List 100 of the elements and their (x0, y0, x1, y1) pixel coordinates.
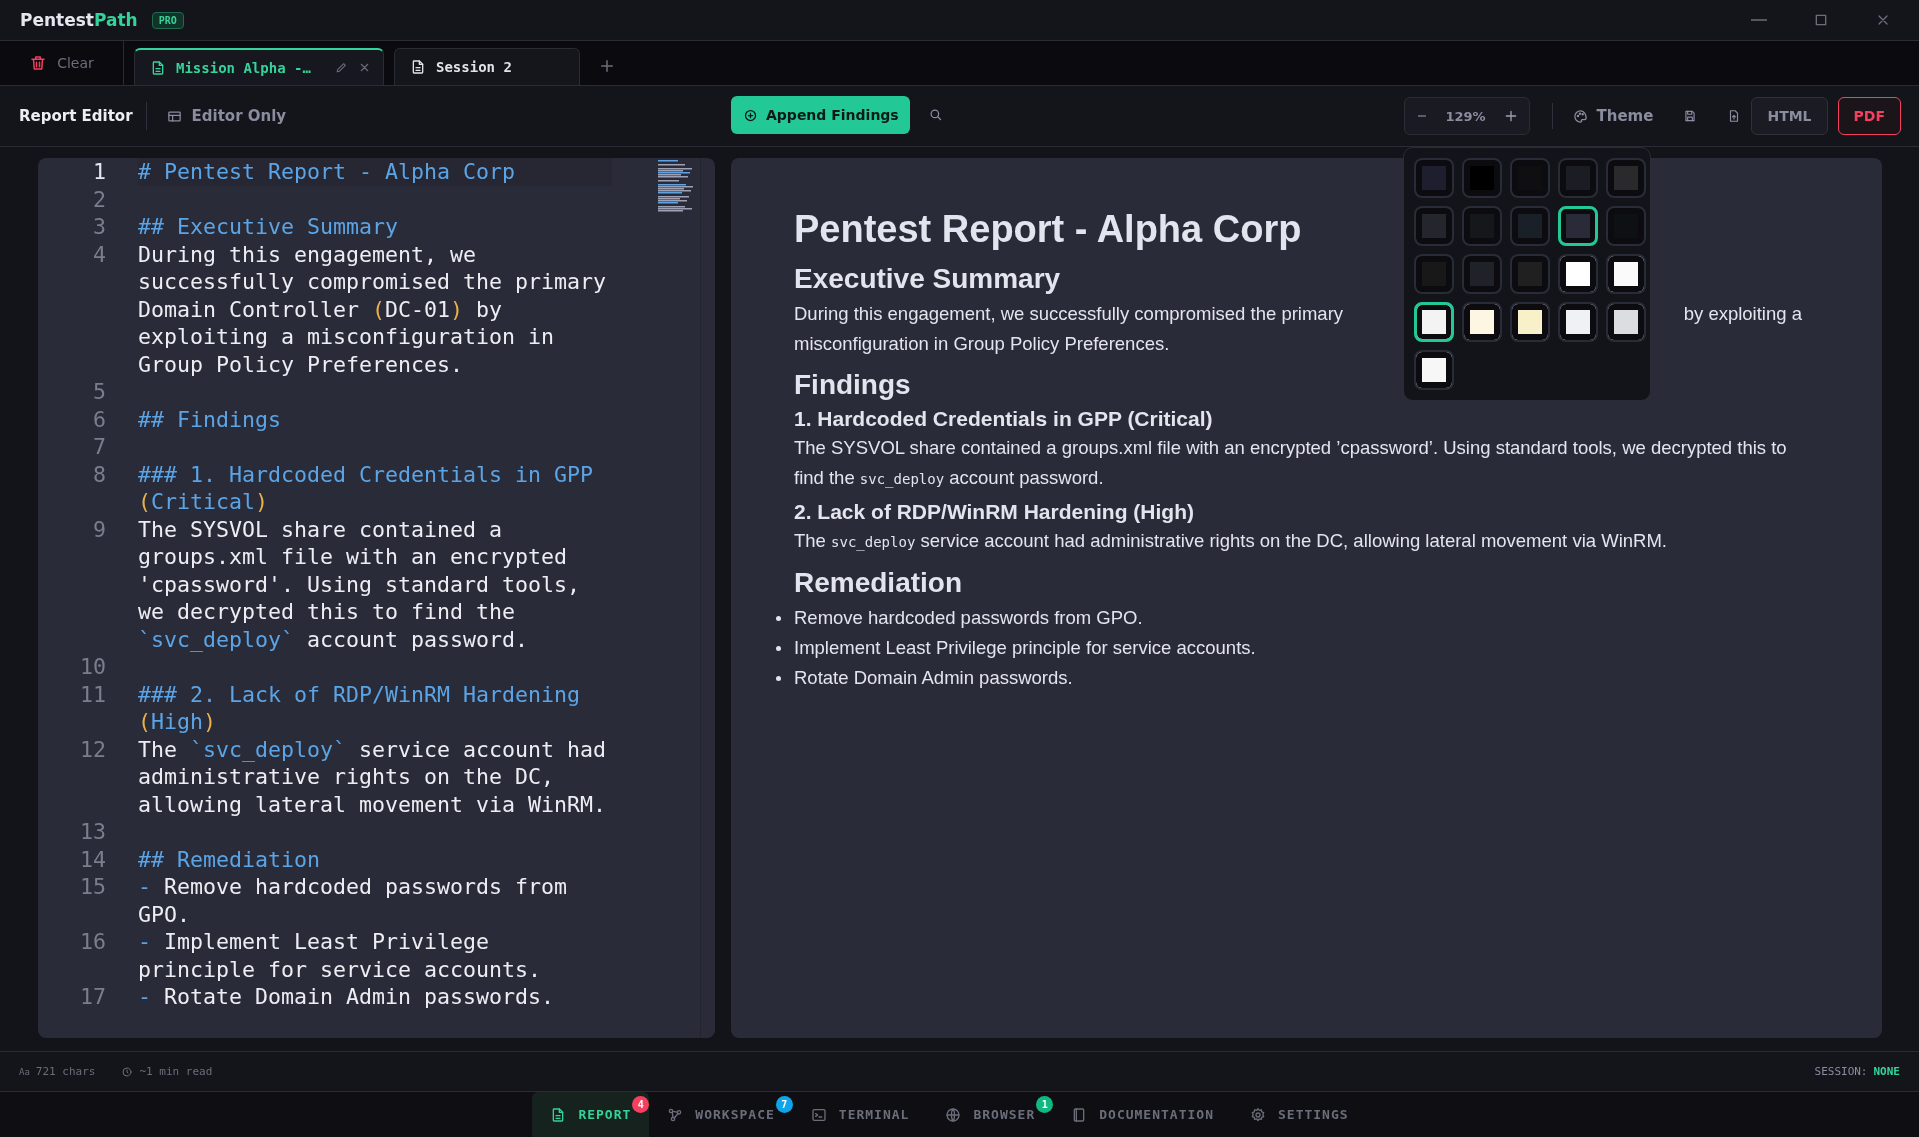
document-icon (150, 59, 166, 76)
line-number: 12 (79, 735, 107, 764)
theme-swatch[interactable] (1558, 302, 1598, 342)
theme-swatch[interactable] (1414, 158, 1454, 198)
nav-tab[interactable]: TERMINAL (792, 1092, 928, 1137)
code-line: - Remove hardcoded passwords from GPO. (138, 873, 569, 928)
code-line: ## Findings (138, 405, 282, 433)
nav-tab[interactable]: REPORT 4 (532, 1092, 650, 1137)
line-number: 7 (92, 433, 107, 461)
theme-swatch[interactable] (1462, 302, 1502, 342)
line-number: 8 (92, 460, 107, 489)
save-icon (1683, 109, 1698, 123)
list-item: Remove hardcoded passwords from GPO. (794, 606, 1143, 630)
line-number: 14 (79, 845, 107, 873)
section-heading: Findings (794, 369, 911, 401)
list-item: Rotate Domain Admin passwords. (794, 666, 1073, 690)
paragraph-fragment: misconfiguration in Group Policy Preferences. (794, 332, 1171, 356)
session-tab[interactable]: Mission Alpha -… (134, 48, 384, 85)
code-line: ### 1. Hardcoded Credentials in GPP (Critical) (138, 460, 595, 516)
theme-swatch[interactable] (1510, 254, 1550, 294)
layout-icon (166, 108, 182, 124)
code-line: ## Executive Summary (138, 213, 399, 241)
code-line: During this engagement, we successfully compromised the primary Domain Controller (DC-01) by exploiting a misconfiguration in Group Policy Preferences. (138, 240, 608, 378)
theme-swatch[interactable] (1606, 206, 1646, 246)
count-badge: 1 (1036, 1096, 1054, 1113)
theme-swatch[interactable] (1414, 254, 1454, 294)
append-findings-button[interactable]: Append Findings (731, 96, 910, 134)
globe-icon (945, 1106, 962, 1123)
plus-icon (598, 57, 616, 75)
finding-heading: 1. Hardcoded Credentials in GPP (Critical) (794, 407, 1213, 431)
theme-swatch[interactable] (1606, 158, 1646, 198)
paragraph-fragment: by exploiting a (1683, 302, 1802, 326)
section-heading: Executive Summary (794, 263, 1061, 295)
theme-swatch[interactable] (1558, 206, 1598, 246)
char-count: 721 chars (35, 1065, 96, 1078)
trash-icon (29, 54, 48, 72)
code-editor[interactable] (38, 158, 715, 1038)
theme-swatch[interactable] (1462, 158, 1502, 198)
bullet-icon (776, 675, 781, 681)
line-number: 16 (79, 928, 107, 956)
export-format-button[interactable]: PDF (1837, 97, 1901, 135)
code-line: - Rotate Domain Admin passwords. (138, 983, 556, 1011)
line-number: 5 (92, 378, 107, 406)
line-number: 1 (92, 158, 107, 186)
theme-swatch[interactable] (1510, 302, 1550, 342)
session-value: NONE (1873, 1065, 1900, 1078)
line-number: 10 (79, 653, 107, 681)
section-heading: Remediation (794, 567, 963, 599)
nav-tab[interactable]: DOCUMENTATION (1053, 1092, 1232, 1137)
line-number: 17 (79, 983, 107, 1011)
theme-swatch[interactable] (1462, 206, 1502, 246)
plus-circle-icon (743, 107, 758, 123)
search-icon (928, 107, 943, 122)
nav-tab[interactable]: SETTINGS (1232, 1092, 1367, 1137)
clock-icon (121, 1065, 134, 1078)
session-tab[interactable]: Session 2 (394, 48, 580, 85)
line-number: 6 (92, 405, 107, 433)
terminal-icon (810, 1106, 827, 1123)
list-item: Implement Least Privilege principle for service accounts. (794, 636, 1256, 660)
clear-button[interactable]: Clear (0, 41, 124, 85)
export-format-button[interactable]: HTML (1751, 97, 1828, 135)
theme-swatch[interactable] (1606, 254, 1646, 294)
finding-heading: 2. Lack of RDP/WinRM Hardening (High) (794, 500, 1194, 524)
editor-title: Report Editor (19, 102, 147, 130)
session-label: SESSION: (1814, 1065, 1868, 1078)
count-badge: 4 (632, 1096, 650, 1113)
theme-swatch[interactable] (1414, 206, 1454, 246)
theme-swatch[interactable] (1510, 158, 1550, 198)
line-number: 9 (92, 515, 107, 544)
maximize-icon (1813, 12, 1829, 28)
theme-button[interactable]: Theme (1572, 107, 1654, 125)
theme-swatch[interactable] (1510, 206, 1550, 246)
theme-swatch[interactable] (1558, 254, 1598, 294)
search-button[interactable] (928, 107, 943, 122)
theme-swatch[interactable] (1462, 254, 1502, 294)
bullet-icon (776, 645, 781, 651)
nav-tab[interactable]: WORKSPACE 7 (649, 1092, 793, 1137)
document-icon (410, 59, 426, 75)
theme-swatch[interactable] (1606, 302, 1646, 342)
view-toggle[interactable]: Editor Only (160, 106, 293, 126)
theme-swatch[interactable] (1414, 350, 1454, 390)
new-tab-button[interactable] (598, 57, 616, 75)
theme-swatch[interactable] (1558, 158, 1598, 198)
edit-button[interactable] (335, 61, 348, 74)
code-line: ### 2. Lack of RDP/WinRM Hardening (High) (138, 680, 582, 736)
zoom-level: 129% (1444, 108, 1487, 124)
bullet-icon (776, 615, 781, 621)
nav-tab[interactable]: BROWSER 1 (927, 1092, 1054, 1137)
close-icon (358, 61, 371, 74)
save-button[interactable] (1683, 109, 1698, 123)
chars-icon: Aa (19, 1066, 30, 1077)
code-line: ## Remediation (138, 845, 321, 873)
line-number: 3 (92, 213, 107, 241)
count-badge: 7 (775, 1096, 793, 1113)
code-line: - Implement Least Privilege principle for service accounts. (138, 928, 543, 983)
code-line: The SYSVOL share contained a groups.xml file with an encrypted 'cpassword'. Using standard tools, we decrypted this to find the `svc_deploy` account password. (138, 515, 582, 653)
line-number: 13 (79, 818, 107, 846)
theme-swatch[interactable] (1414, 302, 1454, 342)
nodes-icon (667, 1106, 684, 1123)
plan-badge: PRO (151, 11, 184, 29)
